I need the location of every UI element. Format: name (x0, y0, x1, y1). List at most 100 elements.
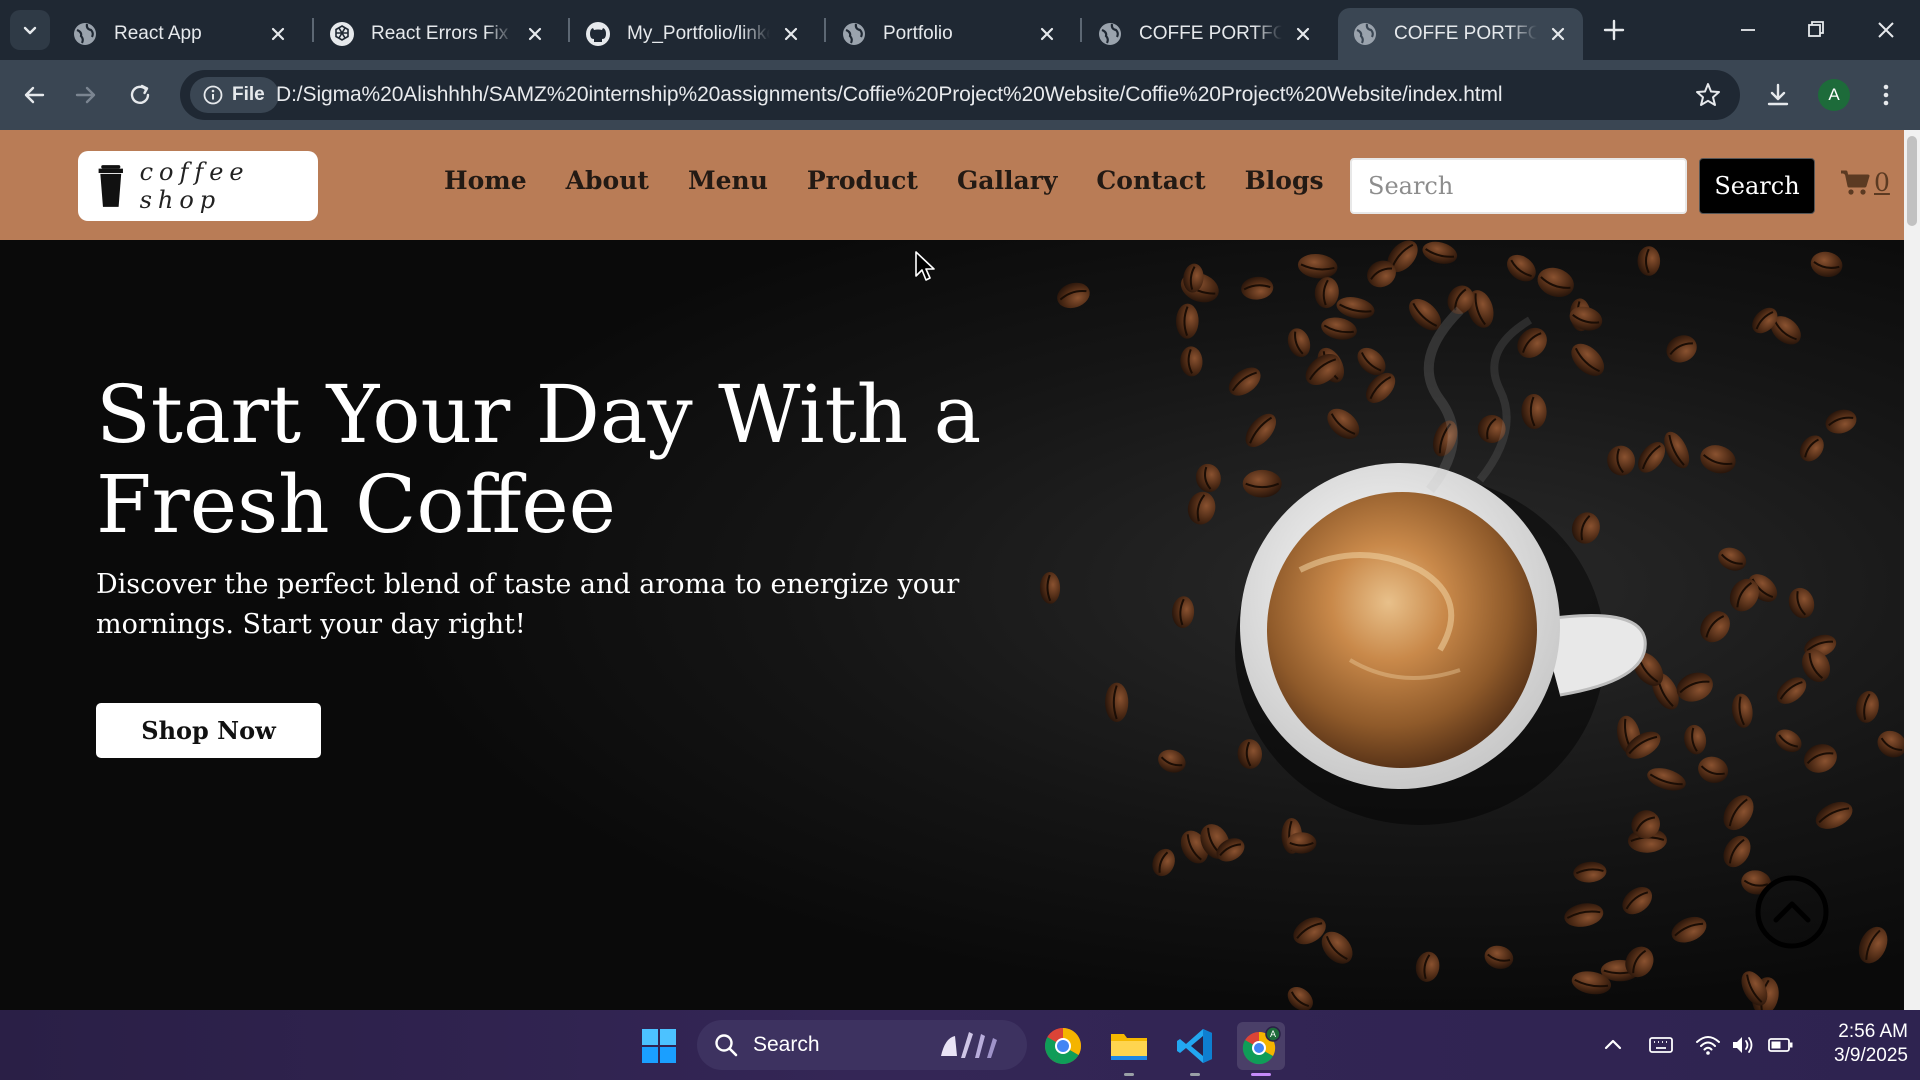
chevron-up-icon[interactable] (1600, 1032, 1626, 1058)
close-icon[interactable] (524, 23, 546, 45)
forward-arrow-icon[interactable] (68, 77, 104, 113)
nav-about[interactable]: About (566, 166, 649, 195)
page-scrollbar[interactable] (1904, 130, 1920, 1010)
wifi-icon[interactable] (1695, 1032, 1721, 1058)
clock-time: 2:56 AM (1838, 1021, 1908, 1042)
file-explorer-icon (1111, 1034, 1147, 1060)
taskbar-chrome-profile[interactable]: A (1237, 1022, 1285, 1076)
close-icon[interactable] (780, 23, 802, 45)
tab-title: Portfolio (883, 23, 953, 44)
tab-portfolio[interactable]: Portfolio (827, 8, 1072, 60)
coffee-cup-icon (98, 165, 123, 207)
hero-title: Start Your Day With a Fresh Coffee (96, 368, 982, 551)
restore-icon[interactable] (1798, 12, 1834, 48)
taskbar-file-explorer[interactable] (1105, 1022, 1153, 1076)
vscode-icon (1177, 1029, 1212, 1063)
clock-date: 3/9/2025 (1834, 1045, 1908, 1066)
tab-separator (568, 18, 570, 42)
tab-search-button[interactable] (10, 10, 50, 50)
tab-separator (1080, 18, 1082, 42)
cart-count: 0 (1874, 168, 1890, 197)
profile-avatar[interactable]: A (1818, 79, 1850, 111)
globe-icon (843, 23, 865, 45)
site-search-input[interactable] (1350, 158, 1687, 214)
site-header: coffee shop Home About Menu Product Gall… (0, 130, 1904, 240)
hero-subtitle: Discover the perfect blend of taste and … (96, 569, 960, 640)
nav-gallary[interactable]: Gallary (957, 166, 1057, 195)
tab-title: React App (114, 23, 202, 44)
close-icon[interactable] (1036, 23, 1058, 45)
taskbar-vscode[interactable] (1171, 1022, 1219, 1076)
tab-react-app[interactable]: React App (58, 8, 303, 60)
close-icon[interactable] (1292, 23, 1314, 45)
site-search-button[interactable]: Search (1699, 158, 1815, 214)
screen: React App React Errors Fix My_Portfolio/… (0, 0, 1920, 1080)
minimize-icon[interactable] (1730, 12, 1766, 48)
nav-product[interactable]: Product (807, 166, 918, 195)
nav-blogs[interactable]: Blogs (1245, 166, 1324, 195)
new-tab-plus-icon[interactable] (1598, 14, 1630, 46)
tab-title: COFFE PORTFOLIO (1394, 23, 1537, 44)
nav-contact[interactable]: Contact (1096, 166, 1205, 195)
nav-home[interactable]: Home (444, 166, 527, 195)
taskbar-chrome[interactable] (1039, 1022, 1087, 1070)
site-logo[interactable]: coffee shop (78, 151, 318, 221)
info-icon (203, 85, 223, 105)
running-indicator (1124, 1073, 1134, 1076)
globe-icon (74, 23, 96, 45)
close-icon[interactable] (1547, 23, 1569, 45)
page-viewport: coffee shop Home About Menu Product Gall… (0, 130, 1904, 1010)
site-info-chip[interactable]: File (190, 77, 279, 113)
windows-start-button[interactable] (635, 1022, 683, 1070)
battery-icon[interactable] (1768, 1032, 1794, 1058)
shop-now-button[interactable]: Shop Now (96, 703, 321, 758)
globe-icon (1099, 23, 1121, 45)
tab-separator (824, 18, 826, 42)
bookmark-star-icon[interactable] (1694, 81, 1722, 109)
tab-coffe-portfolio-active[interactable]: COFFE PORTFOLIO (1338, 8, 1583, 60)
svg-text:A: A (1270, 1029, 1276, 1039)
scroll-to-top-icon[interactable] (1754, 874, 1830, 950)
file-chip-label: File (232, 84, 265, 105)
tab-separator (312, 18, 314, 42)
windows-taskbar: Search A 2:56 AM 3/9/2025 (0, 1010, 1920, 1080)
tab-react-errors-fix[interactable]: React Errors Fix (315, 8, 560, 60)
url-text[interactable]: D:/Sigma%20Alishhhh/SAMZ%20internship%20… (276, 83, 1503, 107)
running-indicator (1190, 1073, 1200, 1076)
taskbar-search-label: Search (753, 1033, 820, 1056)
github-icon (586, 22, 610, 46)
download-icon[interactable] (1760, 77, 1796, 113)
coffee-bean (1105, 682, 1129, 722)
main-nav: Home About Menu Product Gallary Contact … (444, 166, 1324, 195)
tab-github-portfolio[interactable]: My_Portfolio/linkedin (571, 8, 816, 60)
close-icon[interactable] (267, 23, 289, 45)
cart-link[interactable]: 0 (1840, 168, 1890, 197)
active-indicator (1251, 1073, 1271, 1076)
hero-section: Start Your Day With a Fresh Coffee Disco… (0, 240, 1904, 1010)
tab-title: My_Portfolio/linkedin (627, 23, 770, 44)
tab-coffe-portfolio[interactable]: COFFE PORTFOLIO (1083, 8, 1328, 60)
close-window-icon[interactable] (1868, 12, 1904, 48)
browser-tab-strip: React App React Errors Fix My_Portfolio/… (0, 0, 1920, 60)
volume-icon[interactable] (1730, 1032, 1756, 1058)
taskbar-search[interactable]: Search (697, 1020, 1027, 1070)
system-clock[interactable]: 2:56 AM 3/9/2025 (1812, 1020, 1908, 1068)
coffee-bean (1242, 469, 1282, 498)
shopping-cart-icon (1841, 170, 1870, 195)
address-bar[interactable]: File D:/Sigma%20Alishhhh/SAMZ%20internsh… (180, 70, 1740, 120)
nav-menu[interactable]: Menu (688, 166, 768, 195)
search-highlight-art-icon (941, 1032, 997, 1058)
kebab-menu-icon[interactable] (1868, 77, 1904, 113)
mouse-cursor-icon (915, 251, 935, 281)
chatgpt-icon (330, 22, 354, 46)
scrollbar-thumb[interactable] (1907, 136, 1917, 226)
coffee-bean (1637, 246, 1661, 276)
browser-toolbar: File D:/Sigma%20Alishhhh/SAMZ%20internsh… (0, 60, 1920, 130)
search-icon (715, 1034, 738, 1057)
windows-start-icon (642, 1029, 676, 1063)
reload-icon[interactable] (122, 77, 158, 113)
keyboard-icon[interactable] (1648, 1032, 1674, 1058)
back-arrow-icon[interactable] (16, 77, 52, 113)
tab-title: COFFE PORTFOLIO (1139, 23, 1282, 44)
globe-icon (1354, 23, 1376, 45)
